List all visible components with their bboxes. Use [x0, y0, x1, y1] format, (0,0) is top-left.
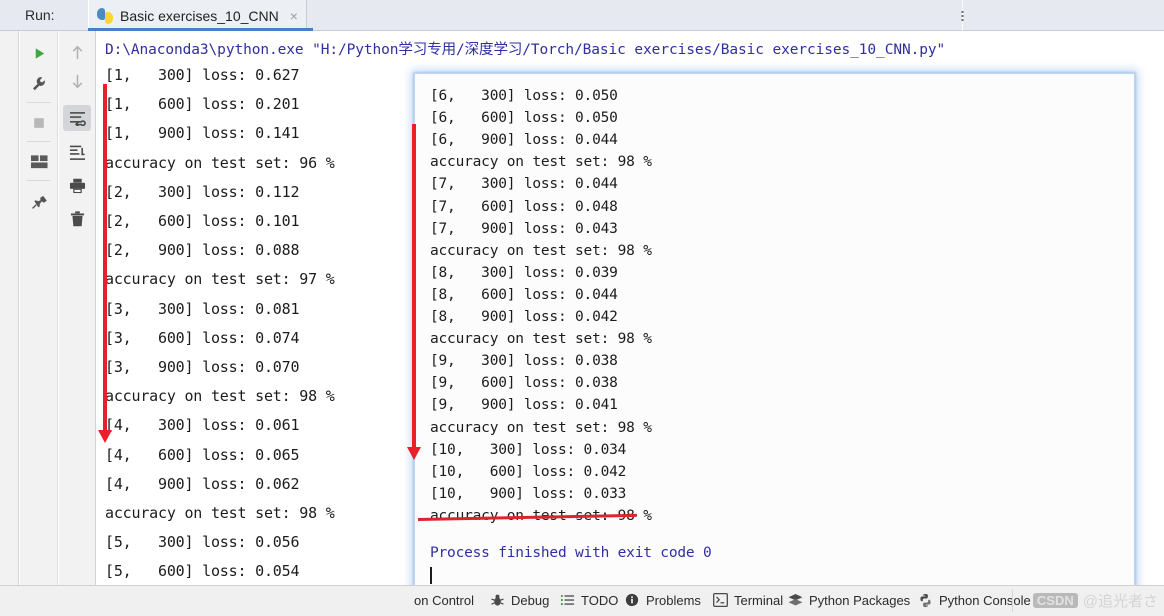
- status-item-python-packages[interactable]: Python Packages: [788, 593, 910, 608]
- overlay-console-line: [10, 900] loss: 0.033: [430, 485, 627, 502]
- print-icon[interactable]: [64, 174, 90, 198]
- overlay-console-line: [10, 300] loss: 0.034: [430, 441, 627, 458]
- run-button[interactable]: [26, 41, 52, 65]
- overlay-console-line: [8, 900] loss: 0.042: [430, 309, 618, 325]
- list-icon: [560, 593, 575, 608]
- overlay-console-line: accuracy on test set: 98 %: [430, 419, 652, 436]
- overlay-console-line: [9, 900] loss: 0.041: [430, 397, 618, 414]
- console-line: [3, 900] loss: 0.070: [105, 358, 300, 376]
- bug-icon: [490, 593, 505, 608]
- drag-handle-dots-icon[interactable]: [961, 10, 964, 22]
- console-line: accuracy on test set: 97 %: [105, 270, 335, 289]
- overlay-console-line: [7, 300] loss: 0.044: [430, 176, 618, 193]
- status-bar: on Control Debug TODO Problems Terminal …: [0, 585, 1164, 616]
- console-line: accuracy on test set: 96 %: [105, 153, 335, 172]
- structure-tool-strip: ure: [0, 31, 19, 616]
- overlay-console-line: accuracy on test set: 98 %: [430, 154, 652, 171]
- problems-label: Problems: [646, 593, 701, 608]
- version-control-label: on Control: [414, 593, 474, 608]
- process-finished-text: Process finished with exit code 0: [430, 545, 712, 561]
- overlay-console-line: accuracy on test set: 98 %: [430, 242, 652, 259]
- console-line: [3, 600] loss: 0.074: [105, 328, 300, 347]
- console-line: [2, 600] loss: 0.101: [105, 212, 300, 230]
- epoch-6-to-10-progress-arrow-head: [407, 447, 421, 460]
- toolbar-divider: [27, 102, 51, 103]
- console-line: [2, 300] loss: 0.112: [105, 182, 300, 201]
- terminal-icon: [713, 593, 728, 608]
- epoch-1-to-4-progress-arrow-shaft: [103, 84, 107, 433]
- overlay-console-window[interactable]: [6, 300] loss: 0.050 [6, 600] loss: 0.050…: [414, 73, 1135, 603]
- info-icon: [625, 593, 640, 608]
- status-item-terminal[interactable]: Terminal: [713, 593, 783, 608]
- pin-icon[interactable]: [26, 190, 52, 214]
- console-line: [5, 600] loss: 0.054: [105, 562, 300, 581]
- overlay-console-line: [6, 900] loss: 0.044: [430, 132, 618, 149]
- soft-wrap-icon[interactable]: [63, 105, 91, 131]
- console-actions-toolbar: [59, 31, 96, 616]
- console-line: [1, 300] loss: 0.627: [105, 66, 300, 84]
- overlay-console-line: [7, 600] loss: 0.048: [430, 198, 618, 215]
- python-file-icon: [97, 7, 113, 24]
- overlay-console-line: [9, 600] loss: 0.038: [430, 375, 618, 392]
- trash-icon[interactable]: [64, 207, 90, 231]
- terminal-label: Terminal: [734, 593, 784, 608]
- text-caret: [430, 567, 432, 584]
- overlay-console-line: [8, 300] loss: 0.039: [430, 264, 618, 281]
- run-controls-toolbar: [20, 31, 58, 616]
- close-icon[interactable]: ×: [290, 9, 298, 23]
- command-line: D:\Anaconda3\python.exe "H:/Python学习专用/深…: [105, 42, 946, 58]
- tab-basic-exercises-10-cnn[interactable]: Basic exercises_10_CNN ×: [88, 0, 307, 31]
- epoch-6-to-10-progress-arrow-shaft: [412, 124, 416, 450]
- overlay-console-line: accuracy on test set: 98 %: [430, 331, 652, 348]
- run-tool-window-tabbar: Run: Basic exercises_10_CNN ×: [0, 0, 1164, 31]
- todo-label: TODO: [581, 593, 619, 608]
- status-item-problems[interactable]: Problems: [625, 593, 701, 608]
- debug-label: Debug: [511, 593, 550, 608]
- stop-icon[interactable]: [26, 111, 52, 135]
- up-arrow-icon[interactable]: [64, 40, 90, 64]
- overlay-console-line: [8, 600] loss: 0.044: [430, 286, 618, 303]
- down-arrow-icon[interactable]: [64, 69, 90, 93]
- csdn-author: @追光者さ: [1082, 593, 1158, 610]
- console-line: accuracy on test set: 98 %: [105, 387, 335, 406]
- console-line: [1, 900] loss: 0.141: [105, 124, 300, 143]
- console-line: [2, 900] loss: 0.088: [105, 241, 300, 260]
- status-item-todo[interactable]: TODO: [560, 593, 618, 608]
- console-line: [4, 600] loss: 0.065: [105, 445, 300, 464]
- csdn-watermark: CSDN @追光者さ: [1032, 590, 1158, 611]
- console-line: [3, 300] loss: 0.081: [105, 299, 300, 318]
- overlay-console-line: [7, 900] loss: 0.043: [430, 220, 618, 237]
- run-label: Run:: [25, 7, 55, 23]
- python-console-label: Python Console: [939, 593, 1031, 608]
- scroll-to-end-icon[interactable]: [64, 141, 90, 165]
- python-packages-label: Python Packages: [809, 593, 911, 608]
- stack-icon: [788, 593, 803, 608]
- status-item-python-console[interactable]: Python Console: [918, 593, 1031, 608]
- python-icon: [918, 593, 933, 608]
- overlay-console-line: [9, 300] loss: 0.038: [430, 353, 618, 370]
- console-line: [4, 900] loss: 0.062: [105, 474, 300, 493]
- epoch-1-to-4-progress-arrow-head: [98, 430, 112, 443]
- tab-label: Basic exercises_10_CNN: [120, 7, 279, 24]
- wrench-icon[interactable]: [26, 72, 52, 96]
- statusbar-divider: [1012, 590, 1013, 612]
- status-item-version-control[interactable]: on Control: [414, 593, 474, 608]
- pycharm-run-window: Run: Basic exercises_10_CNN × ure: [0, 0, 1164, 616]
- overlay-console-line: [10, 600] loss: 0.042: [430, 463, 627, 480]
- overlay-console-line: [6, 300] loss: 0.050: [430, 88, 618, 104]
- csdn-badge: CSDN: [1032, 593, 1078, 608]
- toolbar-divider-3: [27, 180, 51, 181]
- overlay-console-line: [6, 600] loss: 0.050: [430, 110, 618, 127]
- layout-icon[interactable]: [26, 150, 52, 174]
- toolbar-divider-2: [27, 141, 51, 142]
- console-line: [1, 600] loss: 0.201: [105, 95, 300, 114]
- console-line: [4, 300] loss: 0.061: [105, 416, 300, 435]
- status-item-debug[interactable]: Debug: [490, 593, 549, 608]
- console-line: accuracy on test set: 98 %: [105, 504, 335, 522]
- console-line: [5, 300] loss: 0.056: [105, 533, 300, 552]
